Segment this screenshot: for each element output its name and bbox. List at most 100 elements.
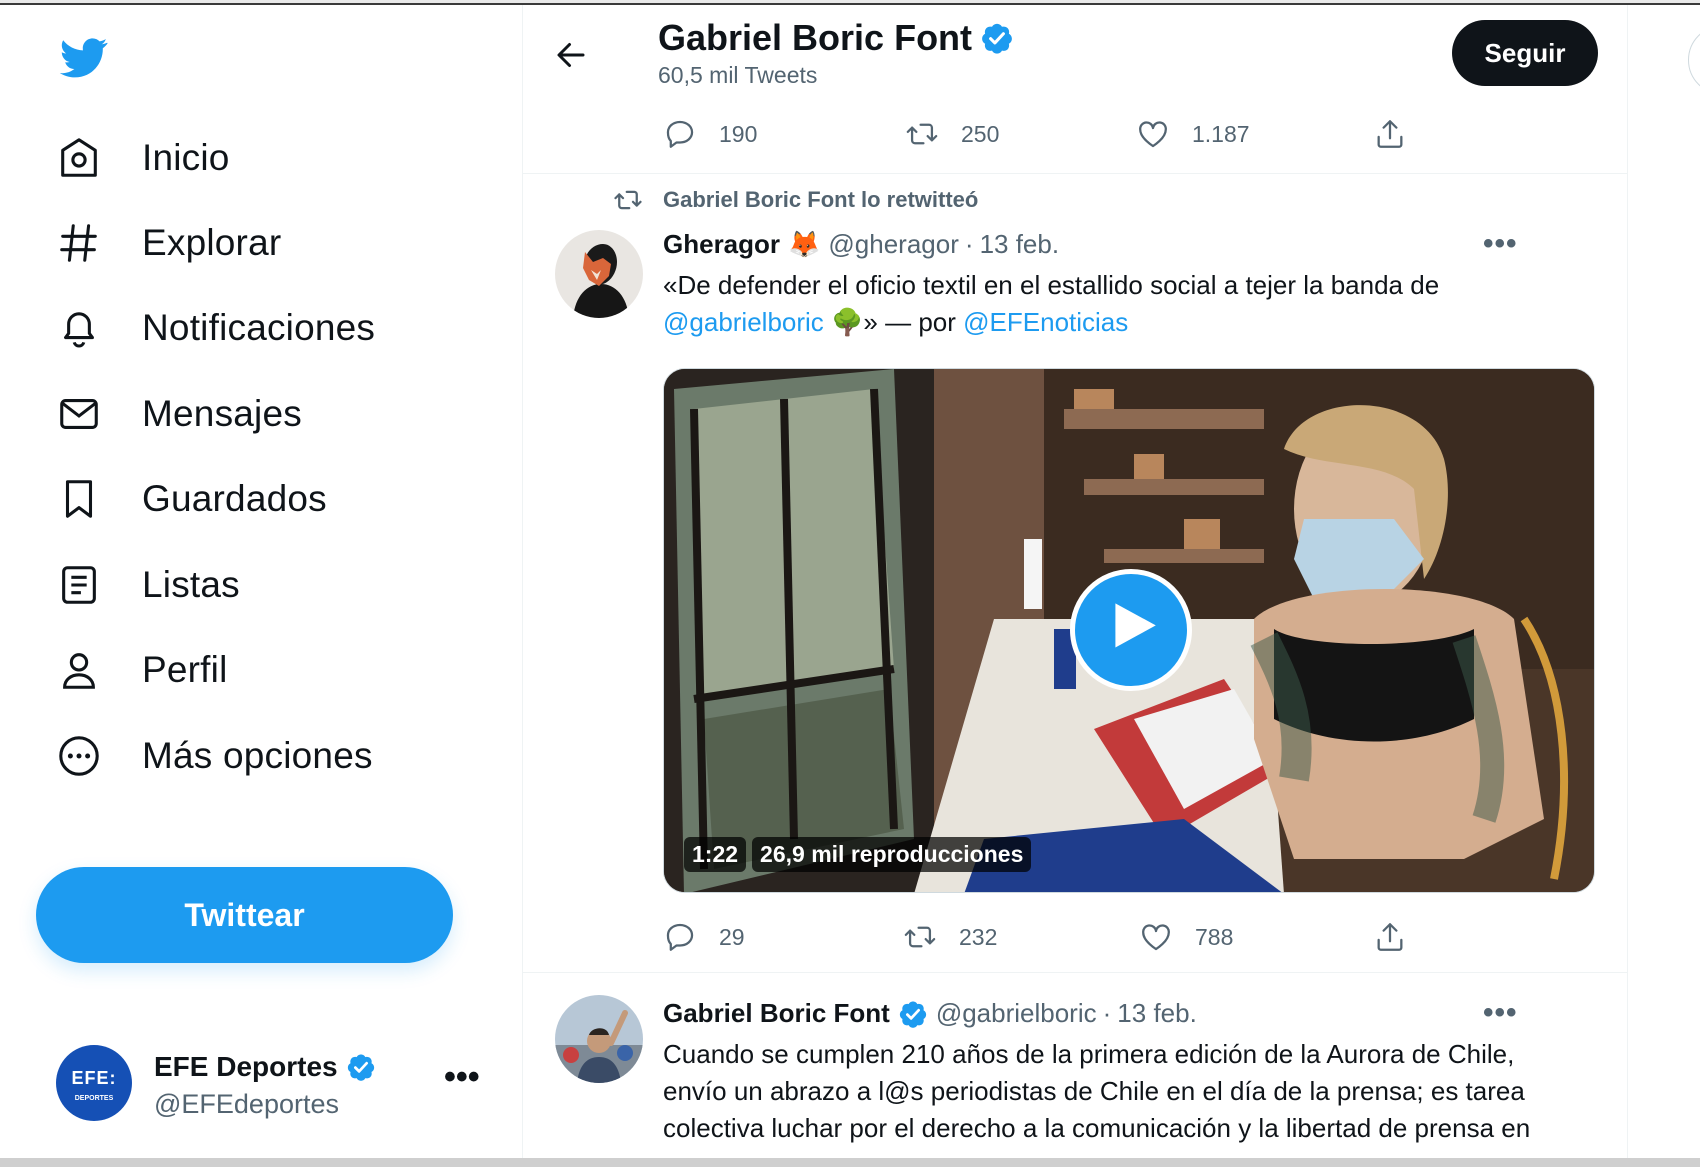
nav-label: Listas	[142, 564, 240, 605]
profile-header: Gabriel Boric Font 60,5 mil Tweets Segui…	[523, 5, 1627, 100]
tweet-author-name[interactable]: Gheragor	[663, 229, 780, 260]
reply-button[interactable]: 190	[663, 117, 757, 151]
nav-item-mas-opciones[interactable]: Más opciones	[56, 721, 373, 791]
retweet-icon	[904, 926, 936, 948]
verified-badge-icon	[899, 1001, 926, 1028]
avatar-logo-subtext: DEPORTES	[74, 1095, 114, 1102]
retweet-icon	[906, 123, 938, 145]
nav-item-mensajes[interactable]: Mensajes	[56, 379, 302, 449]
video-info: 1:22 26,9 mil reproducciones	[684, 837, 1037, 872]
tweet-author-handle[interactable]: @gabrielboric	[936, 998, 1097, 1029]
twitter-bird-icon[interactable]	[56, 33, 112, 81]
tweet-author-name[interactable]: Gabriel Boric Font	[663, 998, 890, 1029]
back-arrow-icon[interactable]	[553, 37, 589, 73]
like-button[interactable]: 788	[1139, 920, 1233, 954]
like-button[interactable]: 1.187	[1136, 117, 1250, 151]
retweet-context: Gabriel Boric Font lo retwitteó	[613, 185, 978, 215]
play-button[interactable]	[1070, 569, 1192, 691]
account-more-icon[interactable]: •••	[444, 1060, 480, 1094]
share-button[interactable]	[1373, 920, 1407, 954]
nav-item-listas[interactable]: Listas	[56, 550, 240, 620]
nav-label: Perfil	[142, 649, 228, 690]
nav-item-inicio[interactable]: Inicio	[56, 123, 230, 193]
heart-icon	[1142, 924, 1170, 951]
tweet-text-part: «De defender el oficio textil en el esta…	[663, 270, 1440, 300]
reply-count: 190	[719, 120, 758, 147]
nav-label: Más opciones	[142, 735, 373, 776]
retweet-button[interactable]: 232	[903, 920, 997, 954]
profile-name: Gabriel Boric Font	[658, 17, 973, 58]
nav-item-guardados[interactable]: Guardados	[56, 464, 327, 534]
retweet-icon	[614, 190, 642, 210]
tweet-actions-top: 190 250 1.187	[663, 117, 1443, 157]
video-views: 26,9 mil reproducciones	[752, 837, 1032, 872]
account-handle: @EFEdeportes	[154, 1089, 339, 1119]
right-panel-edge	[1628, 5, 1700, 1158]
mention-link[interactable]: @EFEnoticias	[963, 307, 1128, 337]
avatar[interactable]	[555, 230, 643, 318]
person-icon	[63, 653, 95, 689]
tweet-date[interactable]: 13 feb.	[1117, 998, 1197, 1029]
tweet-text: «De defender el oficio textil en el esta…	[663, 267, 1583, 341]
tweet-button[interactable]: Twittear	[36, 867, 453, 963]
more-circle-icon	[59, 736, 99, 776]
tweet-more-icon[interactable]: •••	[1483, 227, 1518, 261]
account-name: EFE Deportes	[154, 1051, 338, 1082]
retweeted-by-text[interactable]: Gabriel Boric Font lo retwitteó	[663, 187, 978, 213]
nav-item-explorar[interactable]: Explorar	[56, 208, 281, 278]
main-timeline: 190 250 1.187 Gabriel Boric Font lo retw…	[522, 5, 1628, 1158]
nav-label: Inicio	[142, 137, 230, 178]
nav-label: Explorar	[142, 222, 282, 263]
avatar[interactable]	[555, 995, 643, 1083]
tree-emoji: 🌳	[831, 307, 864, 337]
separator-dot: ·	[964, 229, 974, 259]
like-count: 1.187	[1192, 120, 1250, 147]
envelope-icon	[60, 399, 98, 429]
verified-badge-icon	[347, 1054, 374, 1081]
nav-label: Notificaciones	[142, 307, 376, 348]
tweet-text: Cuando se cumplen 210 años de la primera…	[663, 1039, 1531, 1143]
bookmark-icon	[65, 480, 93, 518]
share-button[interactable]	[1373, 117, 1407, 151]
share-icon	[1377, 923, 1403, 951]
tweet-author-handle[interactable]: @gheragor	[828, 229, 958, 260]
retweet-button[interactable]: 250	[905, 117, 999, 151]
right-panel-avatar-edge	[1688, 25, 1700, 95]
account-switcher[interactable]: EFE: DEPORTES EFE Deportes @EFEdeportes …	[56, 1045, 486, 1125]
reply-icon	[666, 120, 694, 148]
share-icon	[1377, 120, 1403, 148]
window-bottom-strip	[0, 1158, 1700, 1167]
divider	[523, 173, 1627, 174]
tweet-count: 60,5 mil Tweets	[658, 62, 818, 88]
nav-label: Mensajes	[142, 393, 302, 434]
like-count: 788	[1195, 923, 1234, 950]
account-name-row: EFE Deportes	[154, 1051, 376, 1083]
reply-button[interactable]: 29	[663, 920, 745, 954]
avatar: EFE: DEPORTES	[56, 1045, 132, 1121]
reply-icon	[666, 923, 694, 951]
tweet-actions: 29 232 788	[663, 920, 1443, 960]
reply-count: 29	[719, 923, 745, 950]
tweet-date[interactable]: 13 feb.	[980, 229, 1060, 260]
list-icon	[62, 566, 96, 604]
mention-link[interactable]: @gabrielboric	[663, 307, 824, 337]
retweet-count: 250	[961, 120, 1000, 147]
verified-badge-icon	[982, 23, 1012, 54]
avatar-logo-text: EFE:	[71, 1068, 117, 1088]
follow-button[interactable]: Seguir	[1452, 20, 1598, 86]
retweet-count: 232	[959, 923, 998, 950]
nav-label: Guardados	[142, 478, 327, 519]
heart-icon	[1139, 121, 1167, 148]
fox-emoji: 🦊	[788, 229, 821, 259]
tweet-more-icon[interactable]: •••	[1483, 996, 1518, 1030]
divider	[523, 972, 1627, 973]
page-title: Gabriel Boric Font	[658, 17, 1014, 59]
play-icon	[1115, 603, 1156, 648]
nav-item-notificaciones[interactable]: Notificaciones	[56, 293, 375, 363]
nav-item-perfil[interactable]: Perfil	[56, 635, 228, 705]
home-icon	[61, 138, 97, 177]
tweet-header: Gabriel Boric Font @gabrielboric · 13 fe…	[663, 998, 1197, 1029]
tweet-text-part: » — por	[863, 307, 956, 337]
video-player[interactable]: 1:22 26,9 mil reproducciones	[663, 368, 1595, 893]
video-duration: 1:22	[684, 837, 747, 872]
